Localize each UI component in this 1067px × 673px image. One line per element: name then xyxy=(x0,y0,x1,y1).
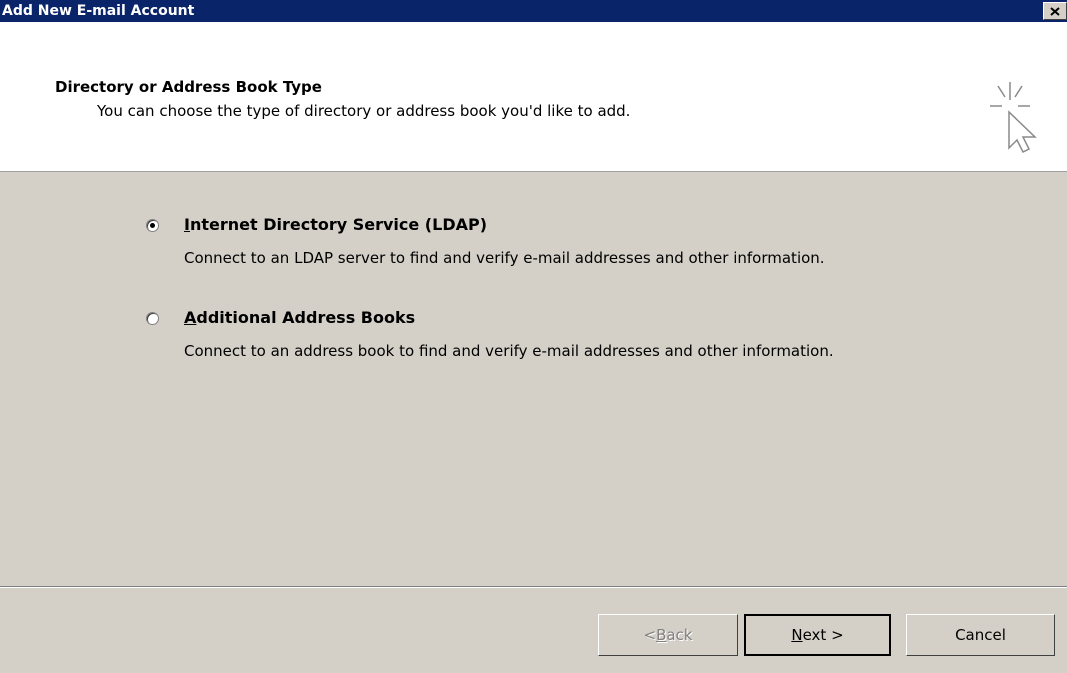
radio-selected-dot xyxy=(150,223,155,228)
ldap-radio[interactable] xyxy=(146,219,159,232)
additional-books-description: Connect to an address book to find and v… xyxy=(184,342,834,360)
additional-books-label[interactable]: Additional Address Books xyxy=(184,308,415,327)
wizard-cursor-icon xyxy=(990,82,1037,154)
additional-books-radio[interactable] xyxy=(146,312,159,325)
back-button[interactable]: < Back xyxy=(598,614,738,656)
close-button[interactable] xyxy=(1043,2,1067,20)
cancel-button[interactable]: Cancel xyxy=(906,614,1055,656)
footer-divider xyxy=(0,586,1067,588)
page-subtitle: You can choose the type of directory or … xyxy=(97,102,631,120)
window-title: Add New E-mail Account xyxy=(2,3,195,19)
title-bar: Add New E-mail Account xyxy=(0,0,1067,22)
ldap-description: Connect to an LDAP server to find and ve… xyxy=(184,249,825,267)
next-button[interactable]: Next > xyxy=(744,614,891,656)
page-title: Directory or Address Book Type xyxy=(55,78,322,96)
ldap-label[interactable]: Internet Directory Service (LDAP) xyxy=(184,215,487,234)
close-icon xyxy=(1050,6,1060,16)
wizard-header: Directory or Address Book Type You can c… xyxy=(0,22,1067,172)
